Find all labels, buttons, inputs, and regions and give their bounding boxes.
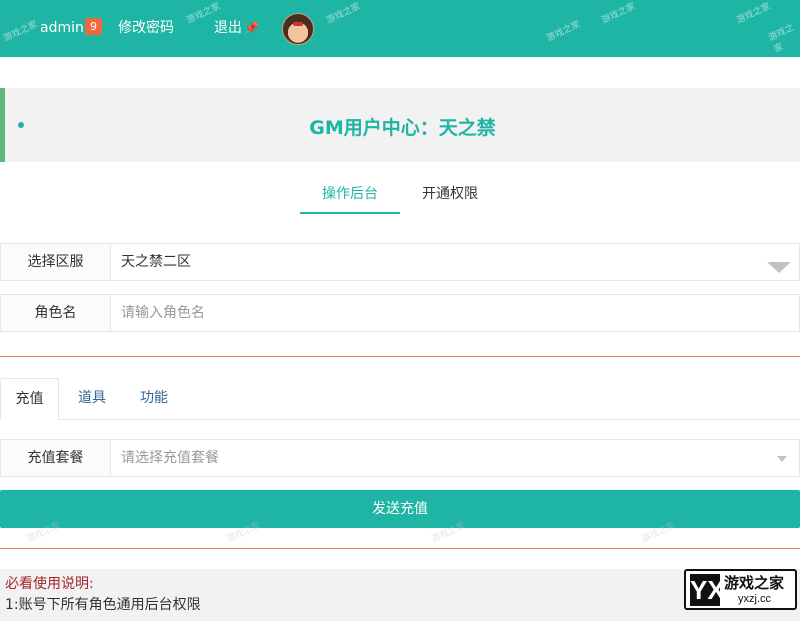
top-nav-bar: admin 9 修改密码 退出 📌 游戏之家 游戏之家 游戏之家 游戏之家 游戏之… xyxy=(0,0,800,57)
send-recharge-button[interactable]: 发送充值 xyxy=(0,490,800,528)
notice-heading: 必看使用说明: xyxy=(5,576,94,592)
watermark-text: 游戏之家 xyxy=(600,1,638,27)
dropdown-arrow-icon[interactable] xyxy=(777,456,787,462)
server-select-value[interactable]: 天之禁二区 xyxy=(121,244,191,280)
recharge-package-placeholder[interactable]: 请选择充值套餐 xyxy=(121,440,219,476)
section-divider xyxy=(0,356,800,357)
server-select-label: 选择区服 xyxy=(1,244,111,280)
usage-notice: 必看使用说明: 1:账号下所有角色通用后台权限 xyxy=(0,569,800,621)
section-divider xyxy=(0,548,800,549)
role-name-field: 角色名 请输入角色名 xyxy=(0,294,800,332)
site-logo: YX 游戏之家 yxzj.cc xyxy=(684,569,797,610)
site-logo-domain: yxzj.cc xyxy=(738,593,771,605)
recharge-package-label: 充值套餐 xyxy=(1,440,111,476)
dropdown-arrow-icon[interactable] xyxy=(767,262,791,273)
notification-badge[interactable]: 9 xyxy=(85,18,102,35)
tab-functions[interactable]: 功能 xyxy=(140,378,168,419)
watermark-text: 游戏之家 xyxy=(325,1,363,27)
site-logo-mark: YX xyxy=(690,574,725,606)
site-logo-name: 游戏之家 xyxy=(724,574,785,592)
tab-open-permission[interactable]: 开通权限 xyxy=(422,184,478,204)
role-name-label: 角色名 xyxy=(1,295,111,331)
watermark-text: 游戏之家 xyxy=(767,22,796,56)
logout-link[interactable]: 退出 📌 xyxy=(214,18,259,38)
pin-icon: 📌 xyxy=(244,21,259,35)
page-title-panel: GM用户中心：天之禁 xyxy=(0,88,800,162)
function-tabs: 充值 道具 功能 xyxy=(0,378,800,420)
watermark-text: 游戏之家 xyxy=(545,19,583,45)
username-link[interactable]: admin xyxy=(40,18,84,38)
page-title: GM用户中心：天之禁 xyxy=(309,117,496,139)
tab-items[interactable]: 道具 xyxy=(78,378,106,419)
watermark-text: 游戏之家 xyxy=(2,19,40,45)
role-name-input[interactable]: 请输入角色名 xyxy=(121,295,205,331)
recharge-package-select[interactable]: 充值套餐 请选择充值套餐 xyxy=(0,439,800,477)
active-tab-underline xyxy=(300,212,400,214)
tab-recharge[interactable]: 充值 xyxy=(0,378,59,420)
server-select[interactable]: 选择区服 天之禁二区 xyxy=(0,243,800,281)
user-avatar[interactable] xyxy=(282,13,314,45)
watermark-text: 游戏之家 xyxy=(735,1,773,27)
tab-operation-backend[interactable]: 操作后台 xyxy=(300,184,400,204)
change-password-link[interactable]: 修改密码 xyxy=(118,18,174,38)
logout-label: 退出 xyxy=(214,20,242,36)
notice-line: 1:账号下所有角色通用后台权限 xyxy=(5,597,201,613)
